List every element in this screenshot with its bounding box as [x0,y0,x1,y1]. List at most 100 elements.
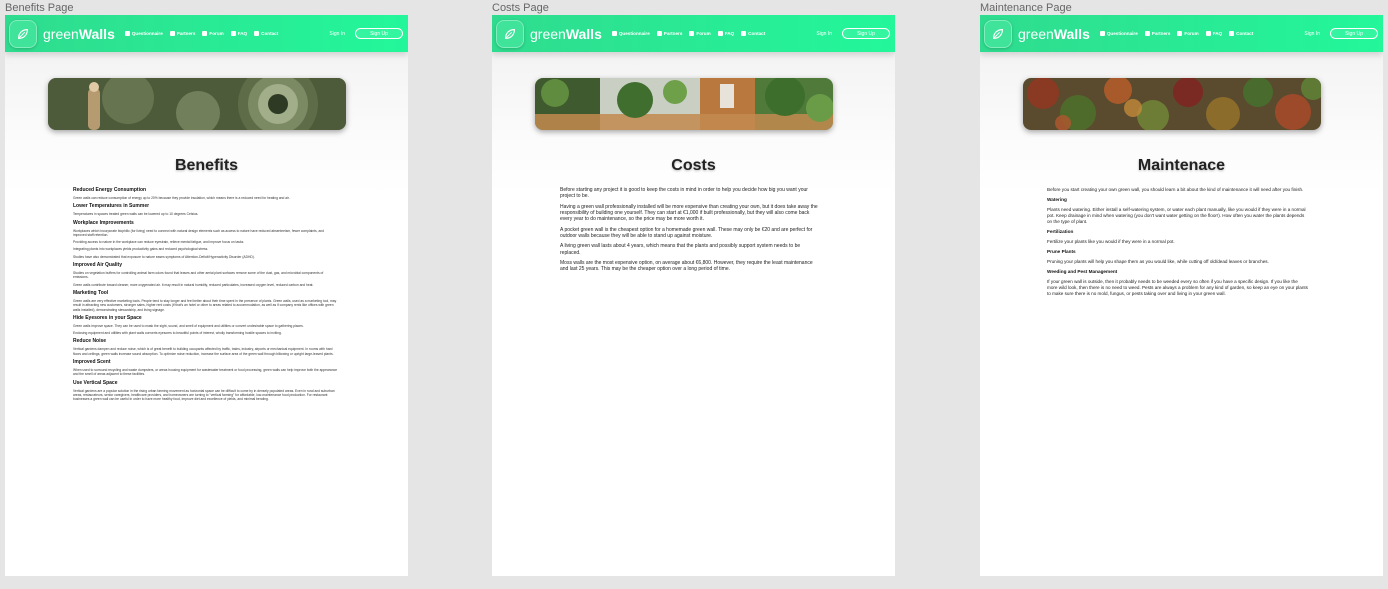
section-paragraph: Temperatures in spaces treated green wal… [73,212,199,217]
content-paragraph: Before starting any project it is good t… [560,187,808,200]
forum-icon [202,31,208,36]
navbar: greenWalls Questionnaire Partners Forum … [492,15,895,52]
intro-paragraph: Before you start creating your own green… [1047,187,1304,192]
sign-in-link[interactable]: Sign In [1304,31,1320,37]
faq-icon [717,31,723,36]
section-paragraph: Integrating plants into workplaces yield… [73,247,209,252]
section-paragraph: Fertilize your plants like you would if … [1047,239,1175,244]
nav-item-label: Questionnaire [618,31,650,36]
questionnaire-icon [124,31,130,36]
page-title: Maintenace [1137,157,1226,174]
benefits-content: Reduced Energy Consumption Green walls c… [73,187,338,405]
partners-icon [1144,31,1150,36]
maintenance-content: Before you start creating your own green… [1047,187,1309,301]
section-paragraph: When used to surround recycling and wast… [73,368,338,377]
brand-logo-text[interactable]: greenWalls [1018,26,1090,42]
section-paragraph: Green walls improve space. They can be u… [73,323,304,328]
nav-item-partners[interactable]: Partners [656,31,683,36]
frame-label-costs: Costs Page [492,2,549,14]
nav-item-faq[interactable]: FAQ [717,31,735,36]
brand-bold: Walls [1053,25,1090,42]
benefits-banner-image [48,78,346,130]
frame-label-maintenance: Maintenance Page [980,2,1072,14]
nav-item-forum[interactable]: Forum [1177,31,1199,36]
leaf-icon [18,28,28,39]
page-title: Costs [671,157,716,174]
section-heading: Use Vertical Space [73,379,118,386]
section-paragraph: Pruning your plants will help you shape … [1047,259,1269,264]
nav-item-label: FAQ [237,31,248,36]
partners-icon [169,31,175,36]
brand-bold: Walls [565,25,602,42]
brand-bold: Walls [78,25,115,42]
sign-in-link[interactable]: Sign In [329,31,345,37]
section-heading: Reduced Energy Consumption [73,187,147,193]
nav-item-label: FAQ [1212,31,1223,36]
benefits-page-frame: greenWalls Questionnaire Partners Forum … [5,15,408,576]
navbar: greenWalls Questionnaire Partners Forum … [5,15,408,52]
costs-page-frame: greenWalls Questionnaire Partners Forum … [492,15,895,576]
nav-item-faq[interactable]: FAQ [1205,31,1223,36]
logo-badge[interactable] [984,19,1012,48]
sign-in-link[interactable]: Sign In [816,31,832,37]
content-paragraph: Having a green wall professionally insta… [560,203,818,223]
leaf-icon [993,28,1003,39]
nav-item-partners[interactable]: Partners [169,31,196,36]
section-paragraph: Plants need watering. Either install a s… [1047,207,1306,224]
maintenance-page-frame: greenWalls Questionnaire Partners Forum … [980,15,1383,576]
section-heading: Prune Plants [1047,249,1076,254]
section-heading: Improved Air Quality [73,262,122,269]
section-heading: Weeding and Pest Management [1047,269,1118,274]
brand-light: green [530,25,566,42]
section-paragraph: Green walls contribute toward cleaner, m… [73,282,314,287]
nav-menu: Questionnaire Partners Forum FAQ Contact [1099,31,1260,36]
contact-icon [1229,31,1235,36]
section-paragraph: Providing access to nature in the workpl… [73,240,245,245]
questionnaire-icon [1099,31,1105,36]
sign-up-button[interactable]: Sign Up [355,28,403,39]
nav-item-label: FAQ [724,31,735,36]
content-paragraph: Moss walls are the most expensive option… [560,260,813,273]
sign-up-button[interactable]: Sign Up [842,28,890,39]
leaf-icon [505,28,515,39]
nav-menu: Questionnaire Partners Forum FAQ Contact [611,31,772,36]
maintenance-banner-image [1023,78,1321,130]
nav-item-label: Partners [663,31,683,36]
nav-item-contact[interactable]: Contact [254,31,278,36]
nav-item-label: Partners [176,31,196,36]
content-paragraph: A pocket green wall is the cheapest opti… [560,226,813,239]
nav-item-questionnaire[interactable]: Questionnaire [1099,31,1138,36]
contact-icon [254,31,260,36]
brand-light: green [43,25,79,42]
section-paragraph: Green walls are very effective marketing… [73,298,337,312]
nav-item-forum[interactable]: Forum [689,31,711,36]
nav-item-faq[interactable]: FAQ [230,31,248,36]
logo-badge[interactable] [9,19,37,48]
faq-icon [230,31,236,36]
navbar: greenWalls Questionnaire Partners Forum … [980,15,1383,52]
section-paragraph: Workplaces which incorporate biophilic (… [73,228,325,237]
nav-item-contact[interactable]: Contact [1229,31,1253,36]
section-paragraph: Vertical gardens dampen and reduce noise… [73,347,334,356]
nav-menu: Questionnaire Partners Forum FAQ Contact [124,31,285,36]
brand-logo-text[interactable]: greenWalls [530,26,602,42]
faq-icon [1205,31,1211,36]
section-paragraph: Green walls can reduce consumption of en… [73,196,290,200]
section-paragraph: If your green wall is outside, then it p… [1047,279,1308,296]
nav-item-questionnaire[interactable]: Questionnaire [124,31,163,36]
section-paragraph: Vertical gardens are a popular solution … [73,388,335,402]
nav-item-questionnaire[interactable]: Questionnaire [611,31,650,36]
frame-label-benefits: Benefits Page [5,2,74,14]
section-heading: Fertilization [1047,229,1074,234]
logo-badge[interactable] [496,19,524,48]
sign-up-button[interactable]: Sign Up [1330,28,1378,39]
nav-item-partners[interactable]: Partners [1144,31,1170,36]
page-title: Benefits [174,157,239,174]
brand-logo-text[interactable]: greenWalls [43,26,115,42]
partners-icon [656,31,662,36]
nav-item-label: Contact [1236,31,1254,36]
contact-icon [741,31,747,36]
nav-item-forum[interactable]: Forum [202,31,224,36]
nav-item-contact[interactable]: Contact [741,31,765,36]
nav-item-label: Forum [696,31,711,36]
